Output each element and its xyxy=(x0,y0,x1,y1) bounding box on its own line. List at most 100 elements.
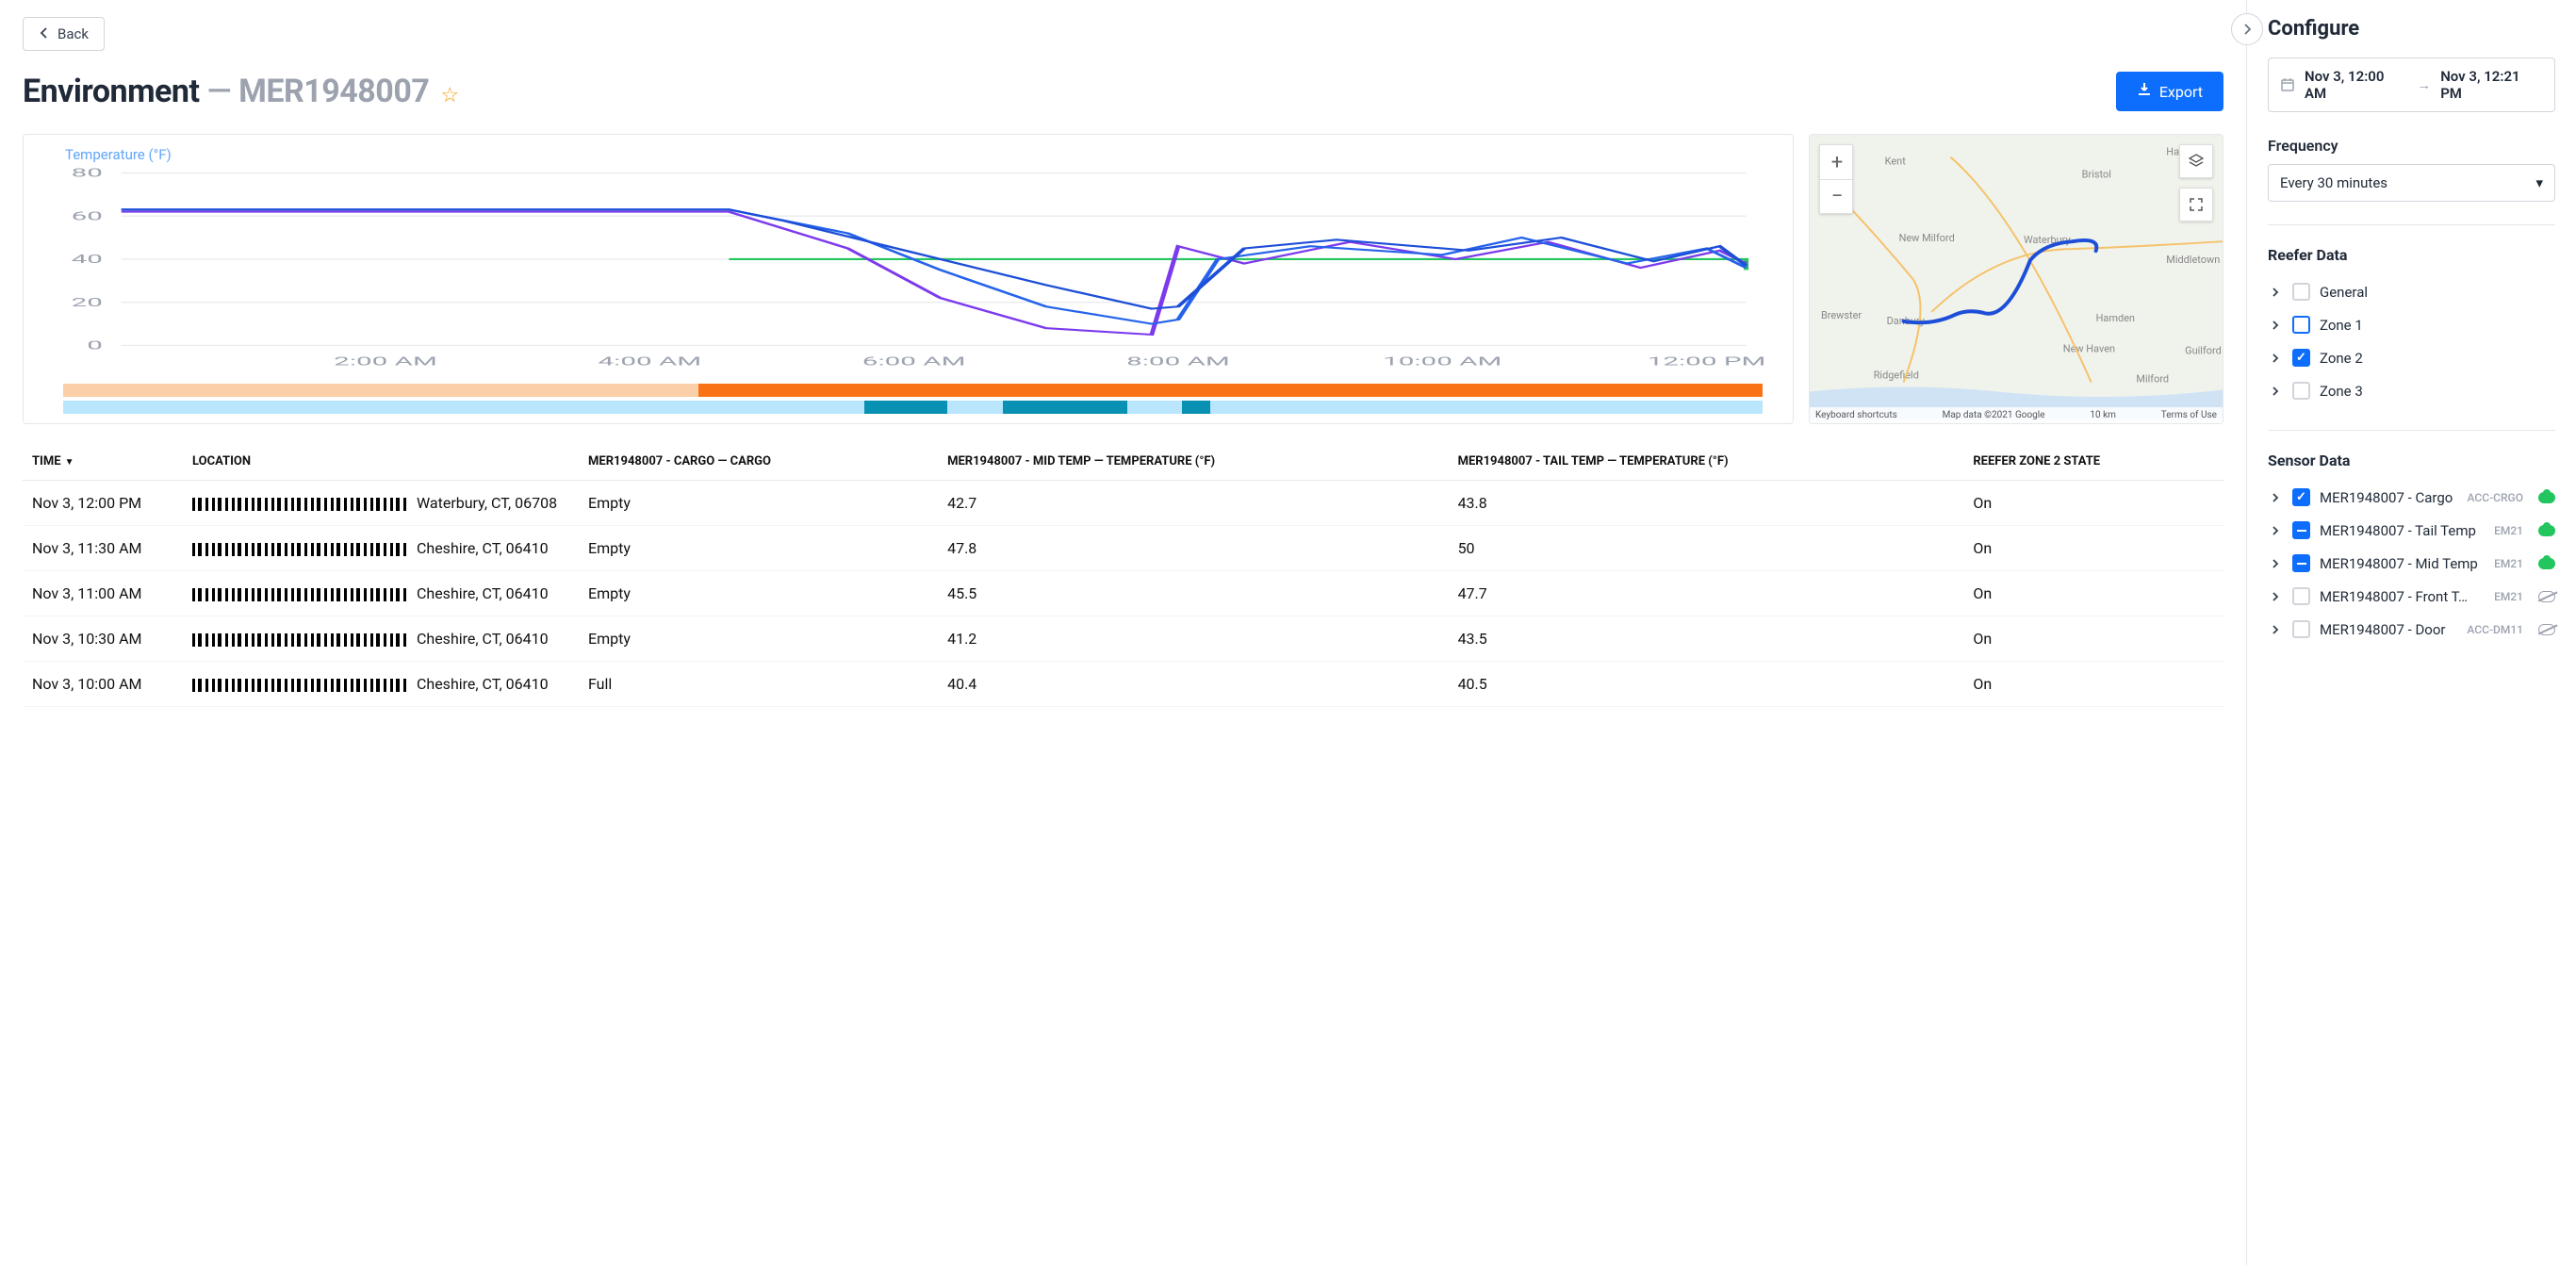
zoom-out-button[interactable]: − xyxy=(1820,179,1854,213)
map-attribution: Keyboard shortcuts Map data ©2021 Google… xyxy=(1810,407,2223,423)
configure-heading: Configure xyxy=(2268,17,2555,41)
checkbox[interactable] xyxy=(2292,521,2310,539)
cloud-offline-icon xyxy=(2538,624,2555,635)
redacted-address xyxy=(192,679,409,692)
map-scale: 10 km xyxy=(2090,410,2116,420)
sensor-tag: EM21 xyxy=(2494,557,2523,570)
table-row[interactable]: Nov 3, 11:30 AM Cheshire, CT, 06410Empty… xyxy=(23,526,2223,571)
checkbox[interactable] xyxy=(2292,488,2310,506)
checkbox[interactable] xyxy=(2292,382,2310,400)
col-header[interactable]: REEFER ZONE 2 STATE xyxy=(1963,443,2223,481)
table-row[interactable]: Nov 3, 12:00 PM Waterbury, CT, 06708Empt… xyxy=(23,481,2223,526)
chevron-right-icon[interactable] xyxy=(2268,318,2283,333)
chevron-right-icon[interactable] xyxy=(2268,384,2283,399)
svg-text:Hamden: Hamden xyxy=(2096,312,2135,324)
chevron-right-icon[interactable] xyxy=(2268,589,2283,604)
page-title: Environment — MER1948007 ☆ xyxy=(23,73,459,110)
export-button[interactable]: Export xyxy=(2116,72,2223,111)
redacted-address xyxy=(192,543,409,556)
checkbox[interactable] xyxy=(2292,283,2310,301)
svg-text:Milford: Milford xyxy=(2136,373,2169,386)
svg-text:8:00 AM: 8:00 AM xyxy=(1126,354,1230,369)
chevron-right-icon[interactable] xyxy=(2268,351,2283,366)
map-terms[interactable]: Terms of Use xyxy=(2161,410,2217,420)
redacted-address xyxy=(192,498,409,511)
chevron-right-icon[interactable] xyxy=(2268,622,2283,637)
sensor-tag: ACC-DM11 xyxy=(2467,623,2523,636)
cell: Nov 3, 10:00 AM xyxy=(23,662,183,707)
map-shortcuts[interactable]: Keyboard shortcuts xyxy=(1815,410,1897,420)
panel-collapse-button[interactable] xyxy=(2231,13,2263,45)
cell: 45.5 xyxy=(938,571,1448,616)
table-row[interactable]: Nov 3, 10:30 AM Cheshire, CT, 06410Empty… xyxy=(23,616,2223,662)
item-label: MER1948007 - Front T… xyxy=(2320,588,2485,605)
download-icon xyxy=(2137,82,2152,101)
sensor-item[interactable]: MER1948007 - Door ACC-DM11 xyxy=(2268,613,2555,646)
date-range-picker[interactable]: Nov 3, 12:00 AM → Nov 3, 12:21 PM xyxy=(2268,58,2555,112)
arrow-right-icon: → xyxy=(2417,76,2431,93)
frequency-value: Every 30 minutes xyxy=(2280,174,2387,191)
back-label: Back xyxy=(57,25,89,42)
map-layers-button[interactable] xyxy=(2179,144,2213,178)
item-label: MER1948007 - Mid Temp xyxy=(2320,555,2485,572)
checkbox[interactable] xyxy=(2292,587,2310,605)
svg-text:Waterbury: Waterbury xyxy=(2024,234,2072,246)
chevron-down-icon: ▾ xyxy=(2535,174,2543,191)
sensor-tag: EM21 xyxy=(2494,590,2523,603)
reefer-item[interactable]: General xyxy=(2268,275,2555,308)
redacted-address xyxy=(192,633,409,647)
checkbox[interactable] xyxy=(2292,554,2310,572)
svg-text:Kent: Kent xyxy=(1885,156,1907,168)
zoom-in-button[interactable]: + xyxy=(1820,145,1854,179)
frequency-select[interactable]: Every 30 minutes ▾ xyxy=(2268,164,2555,202)
temperature-chart: Temperature (°F) 0204060802:00 AM4:00 AM… xyxy=(23,134,1794,424)
sensor-item[interactable]: MER1948007 - Tail TempEM21 xyxy=(2268,514,2555,547)
cell: 40.4 xyxy=(938,662,1448,707)
cell: 47.8 xyxy=(938,526,1448,571)
table-row[interactable]: Nov 3, 10:00 AM Cheshire, CT, 06410Full4… xyxy=(23,662,2223,707)
status-bar-door xyxy=(63,401,1763,414)
table-row[interactable]: Nov 3, 11:00 AM Cheshire, CT, 06410Empty… xyxy=(23,571,2223,616)
col-header[interactable]: LOCATION xyxy=(183,443,579,481)
svg-text:0: 0 xyxy=(87,338,103,353)
reefer-item[interactable]: Zone 3 xyxy=(2268,374,2555,407)
svg-text:Brewster: Brewster xyxy=(1821,309,1862,321)
item-label: MER1948007 - Door xyxy=(2320,621,2457,638)
cell: Nov 3, 10:30 AM xyxy=(23,616,183,662)
cell: Nov 3, 11:30 AM xyxy=(23,526,183,571)
chevron-right-icon[interactable] xyxy=(2268,490,2283,505)
reefer-item[interactable]: Zone 2 xyxy=(2268,341,2555,374)
sensor-item[interactable]: MER1948007 - Mid Temp EM21 xyxy=(2268,547,2555,580)
svg-text:20: 20 xyxy=(72,295,103,309)
sensor-item[interactable]: MER1948007 - Front T… EM21 xyxy=(2268,580,2555,613)
checkbox[interactable] xyxy=(2292,316,2310,334)
map-copyright: Map data ©2021 Google xyxy=(1943,410,2045,420)
svg-text:Middletown: Middletown xyxy=(2166,254,2220,266)
col-header[interactable]: MER1948007 - TAIL TEMP — TEMPERATURE (°F… xyxy=(1449,443,1964,481)
back-button[interactable]: Back xyxy=(23,17,105,51)
cell: Cheshire, CT, 06410 xyxy=(183,526,579,571)
col-header[interactable]: MER1948007 - MID TEMP — TEMPERATURE (°F) xyxy=(938,443,1448,481)
reefer-item[interactable]: Zone 1 xyxy=(2268,308,2555,341)
map-fullscreen-button[interactable] xyxy=(2179,188,2213,222)
data-table: TIME▼LOCATIONMER1948007 - CARGO — CARGOM… xyxy=(23,443,2223,707)
route-map[interactable]: Kent Bristol Hartford New Milford Waterb… xyxy=(1809,134,2223,424)
svg-text:6:00 AM: 6:00 AM xyxy=(862,354,966,369)
col-header[interactable]: MER1948007 - CARGO — CARGO xyxy=(579,443,938,481)
chevron-right-icon[interactable] xyxy=(2268,285,2283,300)
svg-text:40: 40 xyxy=(72,253,103,267)
chevron-right-icon[interactable] xyxy=(2268,556,2283,571)
chevron-right-icon[interactable] xyxy=(2268,523,2283,538)
cell: Waterbury, CT, 06708 xyxy=(183,481,579,526)
chart-title: Temperature (°F) xyxy=(24,146,1793,163)
cell: Cheshire, CT, 06410 xyxy=(183,616,579,662)
col-header[interactable]: TIME▼ xyxy=(23,443,183,481)
calendar-icon xyxy=(2280,77,2295,92)
date-from: Nov 3, 12:00 AM xyxy=(2305,68,2407,102)
checkbox[interactable] xyxy=(2292,620,2310,638)
sensor-item[interactable]: MER1948007 - CargoACC-CRGO xyxy=(2268,481,2555,514)
star-icon[interactable]: ☆ xyxy=(440,84,459,107)
divider xyxy=(2268,224,2555,225)
item-label: MER1948007 - Tail Temp xyxy=(2320,522,2485,539)
checkbox[interactable] xyxy=(2292,349,2310,367)
